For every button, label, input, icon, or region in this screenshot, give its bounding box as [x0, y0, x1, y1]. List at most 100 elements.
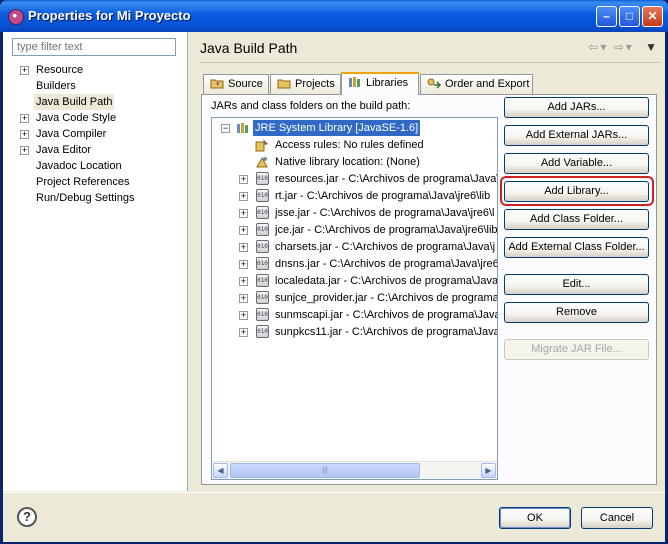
- page-title: Java Build Path: [200, 40, 298, 56]
- jar-icon: 010: [256, 240, 269, 253]
- jar-icon: 010: [256, 308, 269, 321]
- expand-icon[interactable]: +: [239, 243, 248, 252]
- help-icon[interactable]: ?: [17, 507, 37, 527]
- tree-row-jar[interactable]: +010 jce.jar - C:\Archivos de programa\Ja…: [212, 222, 497, 238]
- nav-item[interactable]: + Resource: [3, 62, 187, 78]
- tab-source[interactable]: Source: [203, 74, 269, 94]
- jar-icon: 010: [256, 223, 269, 236]
- scroll-left-icon[interactable]: ◀: [213, 463, 228, 478]
- build-path-tree[interactable]: − JRE System Library [JavaSE-1.6] Access…: [211, 117, 498, 480]
- nav-item-label: Resource: [36, 64, 84, 76]
- attribute-label: Native library location: (None): [275, 156, 420, 168]
- expand-icon[interactable]: +: [20, 66, 29, 75]
- add-class-folder-button[interactable]: Add Class Folder...: [504, 209, 649, 230]
- maximize-button[interactable]: □: [619, 6, 640, 27]
- jar-label: sunmscapi.jar - C:\Archivos de programa\…: [275, 309, 498, 321]
- libraries-icon: [349, 77, 360, 87]
- jar-icon: 010: [256, 257, 269, 270]
- expand-icon[interactable]: +: [239, 192, 248, 201]
- tree-row-attribute[interactable]: Native library location: (None): [212, 154, 497, 170]
- nav-item[interactable]: Run/Debug Settings: [3, 190, 187, 206]
- jar-icon: 010: [256, 274, 269, 287]
- jar-label: rt.jar - C:\Archivos de programa\Java\jr…: [275, 190, 491, 202]
- libraries-tab-content: JARs and class folders on the build path…: [201, 94, 657, 485]
- minimize-button[interactable]: –: [596, 6, 617, 27]
- tree-horizontal-scrollbar[interactable]: ◀ ||| ▶: [212, 461, 497, 479]
- tab-order-and-export[interactable]: Order and Export: [420, 74, 533, 94]
- jar-label: resources.jar - C:\Archivos de programa\…: [275, 173, 498, 185]
- edit-button[interactable]: Edit...: [504, 274, 649, 295]
- nav-item-label: Java Build Path: [34, 94, 115, 110]
- tree-row-jar[interactable]: +010 charsets.jar - C:\Archivos de progra…: [212, 239, 497, 255]
- cancel-button[interactable]: Cancel: [581, 507, 653, 529]
- libraries-intro-label: JARs and class folders on the build path…: [211, 100, 411, 112]
- expand-icon[interactable]: +: [239, 277, 248, 286]
- window-title: Properties for Mi Proyecto: [28, 8, 191, 23]
- jar-label: jce.jar - C:\Archivos de programa\Java\j…: [275, 224, 498, 236]
- tree-row-jar[interactable]: +010 sunmscapi.jar - C:\Archivos de progr…: [212, 307, 497, 323]
- tree-row-jar[interactable]: +010 jsse.jar - C:\Archivos de programa\J…: [212, 205, 497, 221]
- filter-input[interactable]: [12, 38, 176, 56]
- expand-icon[interactable]: +: [239, 209, 248, 218]
- jar-icon: 010: [256, 189, 269, 202]
- expand-icon[interactable]: +: [239, 311, 248, 320]
- tree-row-jar[interactable]: +010 dnsns.jar - C:\Archivos de programa\…: [212, 256, 497, 272]
- nav-item-label: Java Compiler: [36, 128, 107, 140]
- nav-item-label: Run/Debug Settings: [36, 192, 135, 204]
- add-library-button[interactable]: Add Library...: [504, 181, 649, 202]
- jre-system-library-label: JRE System Library [JavaSE-1.6]: [251, 119, 422, 137]
- order-export-icon: [427, 78, 441, 89]
- add-variable-button[interactable]: Add Variable...: [504, 153, 649, 174]
- tab-libraries[interactable]: Libraries: [341, 72, 419, 95]
- tree-row-jar[interactable]: +010 localedata.jar - C:\Archivos de prog…: [212, 273, 497, 289]
- nav-item[interactable]: + Java Editor: [3, 142, 187, 158]
- add-jars-button[interactable]: Add JARs...: [504, 97, 649, 118]
- nav-item-label: Builders: [36, 80, 76, 92]
- nav-item[interactable]: + Java Compiler: [3, 126, 187, 142]
- header-separator: [200, 62, 660, 63]
- expand-icon[interactable]: +: [239, 260, 248, 269]
- view-menu-icon[interactable]: ▼: [645, 40, 659, 54]
- jar-label: localedata.jar - C:\Archivos de programa…: [275, 275, 498, 287]
- nav-item-label: Javadoc Location: [36, 160, 122, 172]
- nav-item[interactable]: Javadoc Location: [3, 158, 187, 174]
- back-arrow-icon[interactable]: ⇦▾: [588, 40, 608, 54]
- close-button[interactable]: ✕: [642, 6, 663, 27]
- jar-label: charsets.jar - C:\Archivos de programa\J…: [275, 241, 496, 253]
- expand-icon[interactable]: +: [20, 130, 29, 139]
- dialog-body: + Resource Builders Java Build Path + Java Co…: [3, 32, 665, 542]
- remove-button[interactable]: Remove: [504, 302, 649, 323]
- add-external-class-folder-button[interactable]: Add External Class Folder...: [504, 237, 649, 258]
- tree-row-jar[interactable]: +010 sunpkcs11.jar - C:\Archivos de progr…: [212, 324, 497, 340]
- nav-item[interactable]: + Java Code Style: [3, 110, 187, 126]
- scroll-right-icon[interactable]: ▶: [481, 463, 496, 478]
- tree-row-jar[interactable]: +010 sunjce_provider.jar - C:\Archivos de…: [212, 290, 497, 306]
- expand-icon[interactable]: +: [239, 294, 248, 303]
- nav-item[interactable]: Project References: [3, 174, 187, 190]
- page-navigation: ⇦▾ ⇨▾ ▼: [588, 40, 659, 54]
- jar-label: dnsns.jar - C:\Archivos de programa\Java…: [275, 258, 498, 270]
- tree-row-attribute[interactable]: Access rules: No rules defined: [212, 137, 497, 153]
- expand-icon[interactable]: +: [239, 226, 248, 235]
- migrate-jar-button[interactable]: Migrate JAR File...: [504, 339, 649, 360]
- tree-row-jar[interactable]: +010 resources.jar - C:\Archivos de progr…: [212, 171, 497, 187]
- collapse-icon[interactable]: −: [221, 124, 230, 133]
- expand-icon[interactable]: +: [239, 328, 248, 337]
- nav-item[interactable]: Java Build Path: [3, 94, 187, 110]
- ok-button[interactable]: OK: [499, 507, 571, 529]
- expand-icon[interactable]: +: [239, 175, 248, 184]
- tree-row-jre-library[interactable]: − JRE System Library [JavaSE-1.6]: [212, 119, 497, 137]
- scroll-thumb[interactable]: |||: [230, 463, 420, 478]
- tree-row-jar[interactable]: +010 rt.jar - C:\Archivos de programa\Jav…: [212, 188, 497, 204]
- tab-projects[interactable]: Projects: [270, 74, 341, 94]
- forward-arrow-icon[interactable]: ⇨▾: [614, 40, 634, 54]
- source-folder-icon: [210, 79, 224, 89]
- projects-icon: [277, 79, 291, 89]
- expand-icon[interactable]: +: [20, 146, 29, 155]
- nav-item[interactable]: Builders: [3, 78, 187, 94]
- title-bar[interactable]: Properties for Mi Proyecto – □ ✕: [0, 0, 668, 32]
- dialog-footer: ? OK Cancel: [3, 492, 665, 542]
- property-page: Java Build Path ⇦▾ ⇨▾ ▼ Source Projects …: [188, 32, 665, 491]
- expand-icon[interactable]: +: [20, 114, 29, 123]
- add-external-jars-button[interactable]: Add External JARs...: [504, 125, 649, 146]
